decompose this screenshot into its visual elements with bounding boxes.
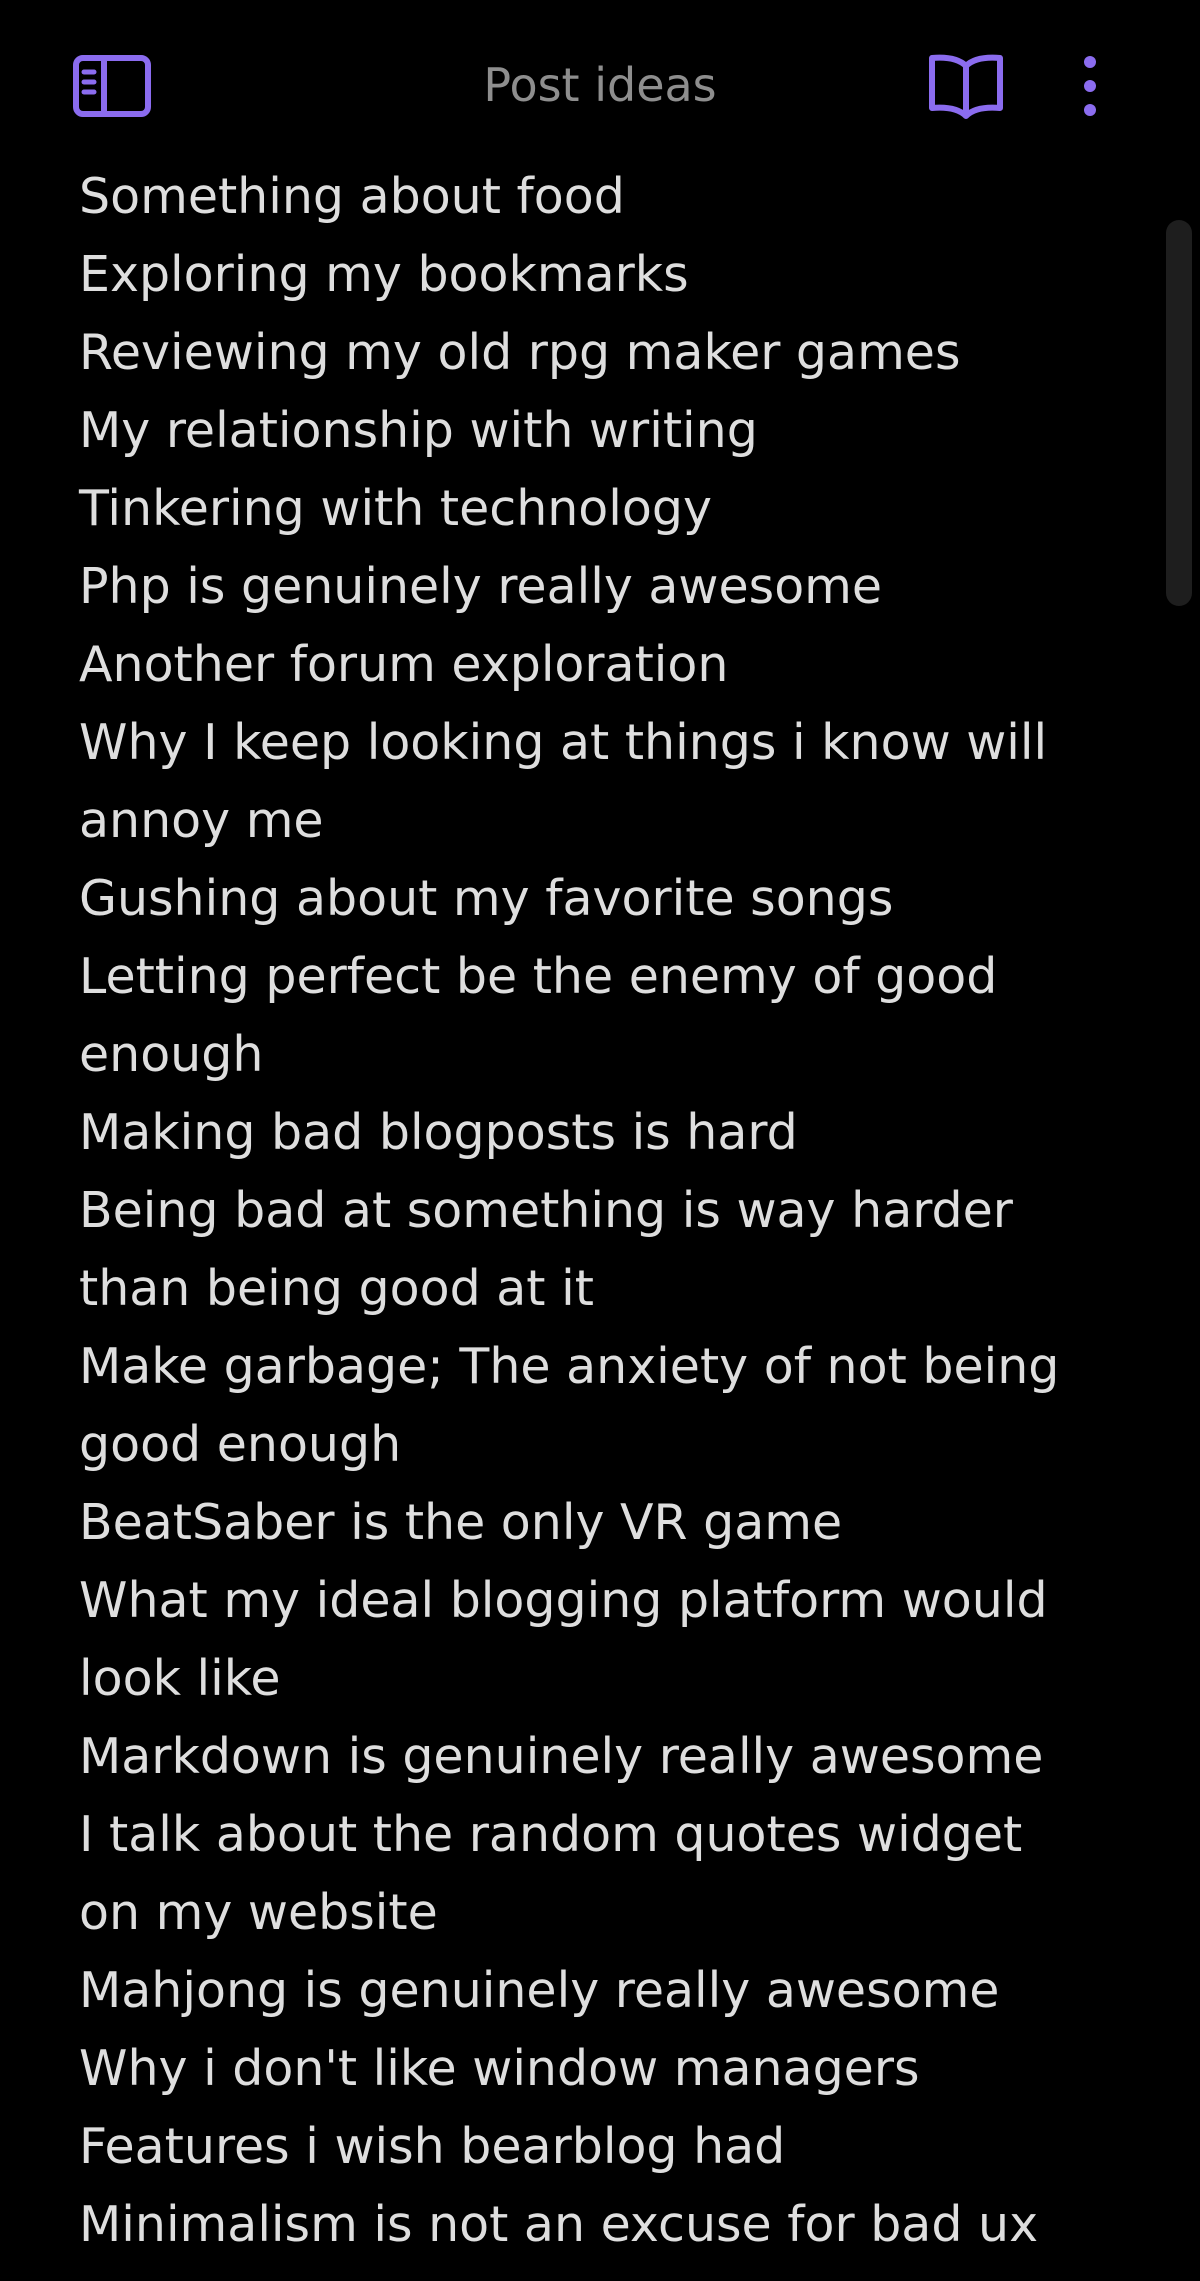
note-line: Why I keep looking at things i know will	[79, 714, 1048, 771]
note-line: What my ideal blogging platform would	[79, 1572, 1048, 1629]
note-line: annoy me	[79, 792, 324, 849]
note-line: Something about food	[79, 168, 625, 225]
note-line: I talk about the random quotes widget	[79, 1806, 1023, 1863]
top-bar: Post ideas	[0, 0, 1200, 170]
note-line: Php is genuinely really awesome	[79, 558, 883, 615]
note-body[interactable]: Something about food Exploring my bookma…	[79, 158, 1079, 2264]
book-open-icon	[929, 54, 1003, 119]
more-options-button[interactable]	[1060, 46, 1120, 126]
note-line: Mahjong is genuinely really awesome	[79, 1962, 1000, 2019]
note-line: Exploring my bookmarks	[79, 246, 689, 303]
note-line: BeatSaber is the only VR game	[79, 1494, 843, 1551]
note-line: on my website	[79, 1884, 438, 1941]
sidebar-toggle-icon	[73, 55, 151, 117]
note-line: Tinkering with technology	[79, 480, 712, 537]
note-line: Reviewing my old rpg maker games	[79, 324, 961, 381]
scrollbar-thumb[interactable]	[1166, 220, 1192, 606]
reading-view-button[interactable]	[920, 46, 1012, 126]
note-line: enough	[79, 1026, 264, 1083]
note-line: Minimalism is not an excuse for bad ux	[79, 2196, 1039, 2253]
note-line: Letting perfect be the enemy of good	[79, 948, 998, 1005]
note-line: Markdown is genuinely really awesome	[79, 1728, 1044, 1785]
page-title: Post ideas	[483, 58, 717, 112]
note-line: Make garbage; The anxiety of not being	[79, 1338, 1060, 1395]
note-line: Gushing about my favorite songs	[79, 870, 894, 927]
sidebar-toggle-button[interactable]	[66, 46, 158, 126]
note-line: Features i wish bearblog had	[79, 2118, 786, 2175]
note-line: My relationship with writing	[79, 402, 758, 459]
note-line: Why i don't like window managers	[79, 2040, 920, 2097]
more-vertical-icon	[1084, 56, 1096, 116]
note-line: Making bad blogposts is hard	[79, 1104, 798, 1161]
note-line: good enough	[79, 1416, 402, 1473]
note-line: look like	[79, 1650, 281, 1707]
note-line: Being bad at something is way harder	[79, 1182, 1013, 1239]
note-line: than being good at it	[79, 1260, 594, 1317]
note-line: Another forum exploration	[79, 636, 729, 693]
